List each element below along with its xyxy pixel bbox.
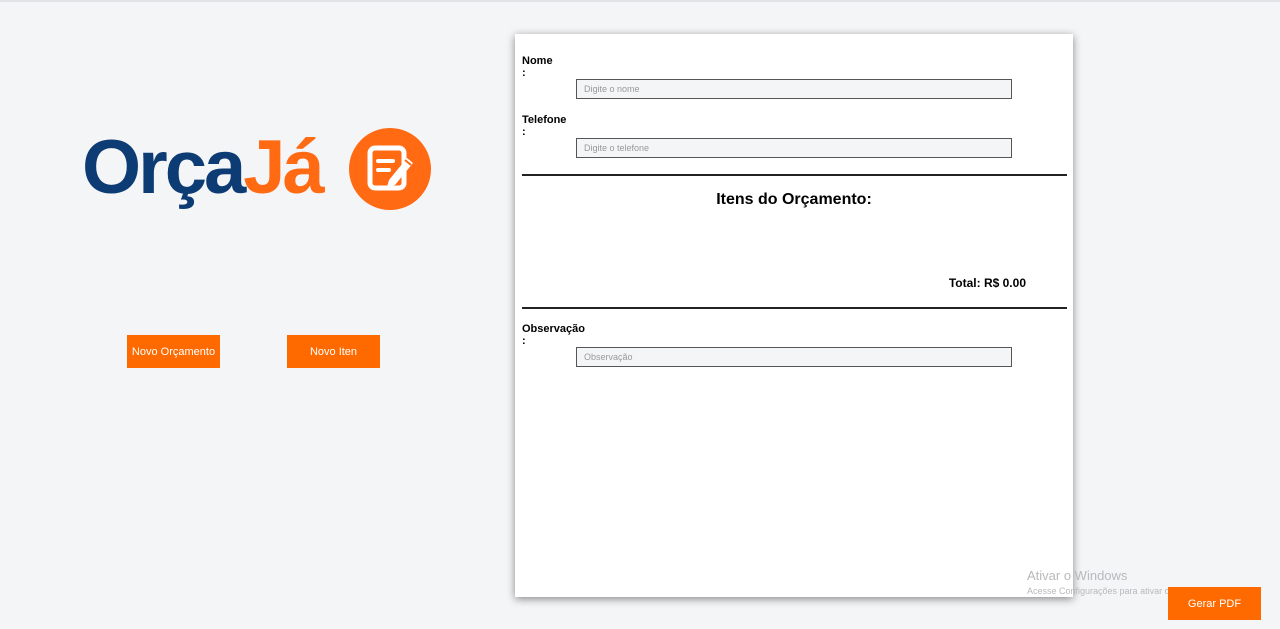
- divider-top: [522, 174, 1067, 176]
- observacao-input[interactable]: [576, 347, 1012, 367]
- nome-label: Nome :: [522, 55, 553, 79]
- observacao-label: Observação :: [522, 323, 585, 347]
- logo-text-orca: Orça: [82, 125, 246, 210]
- novo-orcamento-button[interactable]: Novo Orçamento: [127, 335, 220, 368]
- nome-label-text: Nome: [522, 55, 553, 67]
- edit-note-icon: [349, 128, 431, 210]
- logo-text-ja: Já: [243, 125, 325, 210]
- logo-wordmark: OrçaJá: [82, 125, 325, 210]
- observacao-label-colon: :: [522, 335, 526, 347]
- budget-document: Nome : Telefone : Itens do Orçamento: To…: [515, 34, 1073, 597]
- divider-bottom: [522, 307, 1067, 309]
- items-title: Itens do Orçamento:: [716, 191, 872, 208]
- nome-input[interactable]: [576, 79, 1012, 99]
- watermark-title: Ativar o Windows: [1027, 568, 1128, 583]
- telefone-label-colon: :: [522, 126, 526, 138]
- nome-label-colon: :: [522, 67, 526, 79]
- telefone-label: Telefone :: [522, 114, 566, 138]
- telefone-label-text: Telefone: [522, 114, 567, 126]
- top-border: [0, 0, 1280, 2]
- app-logo: OrçaJá: [82, 126, 434, 216]
- novo-item-button[interactable]: Novo Iten: [287, 335, 380, 368]
- gerar-pdf-button[interactable]: Gerar PDF: [1168, 587, 1261, 620]
- telefone-input[interactable]: [576, 138, 1012, 158]
- observacao-label-text: Observação: [522, 323, 585, 335]
- total-amount: Total: R$ 0.00: [948, 276, 1026, 290]
